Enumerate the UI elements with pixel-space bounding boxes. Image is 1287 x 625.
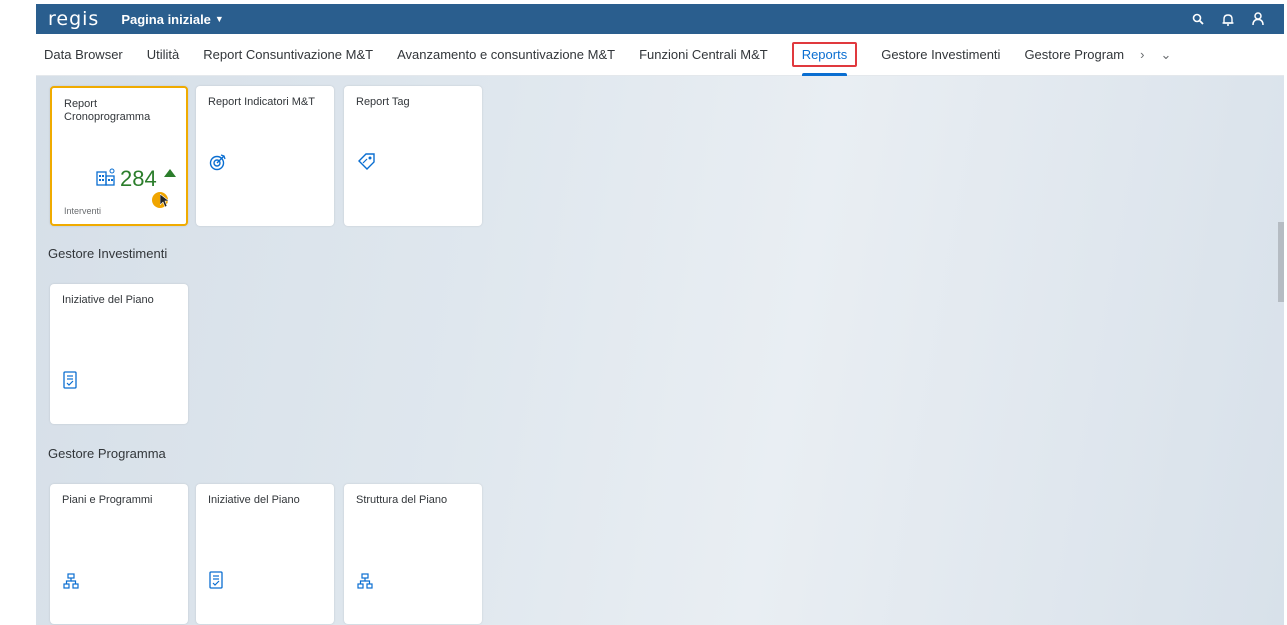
kpi-block: 284	[96, 166, 157, 192]
tile-title: Report Cronoprogramma	[64, 98, 151, 123]
target-icon	[209, 153, 227, 176]
tile-title: Iniziative del Piano	[208, 494, 300, 506]
tab-label: Gestore Investimenti	[881, 47, 1001, 62]
caret-down-icon: ▼	[214, 14, 224, 24]
tab-label: Data Browser	[44, 47, 123, 62]
tag-icon	[357, 153, 377, 176]
hierarchy-icon	[63, 573, 79, 594]
tile-struttura-del-piano[interactable]: Struttura del Piano	[344, 484, 482, 624]
user-profile-icon[interactable]	[1252, 12, 1264, 26]
trend-up-icon	[164, 164, 176, 182]
mouse-pointer-icon	[159, 193, 170, 213]
tab-avanzamento-consuntivazione[interactable]: Avanzamento e consuntivazione M&T	[385, 34, 627, 76]
tab-gestore-investimenti[interactable]: Gestore Investimenti	[869, 34, 1012, 76]
notification-bell-icon[interactable]	[1222, 13, 1234, 26]
building-chart-icon	[96, 168, 116, 191]
tile-report-cronoprogramma[interactable]: Report Cronoprogramma 284 Interventi	[50, 86, 188, 226]
tile-iniziative-del-piano-2[interactable]: Iniziative del Piano	[196, 484, 334, 624]
tab-bar: Data Browser Utilità Report Consuntivazi…	[36, 34, 1284, 76]
hierarchy-icon	[357, 573, 373, 594]
tab-label: Utilità	[146, 47, 180, 62]
search-icon[interactable]	[1192, 13, 1204, 25]
home-title-menu[interactable]: Pagina iniziale ▼	[121, 12, 224, 27]
app-logo[interactable]: regis	[48, 8, 99, 30]
tile-footer: Interventi	[64, 206, 102, 216]
tab-data-browser[interactable]: Data Browser	[36, 34, 135, 76]
tile-report-indicatori[interactable]: Report Indicatori M&T	[196, 86, 334, 226]
tab-label: Avanzamento e consuntivazione M&T	[397, 47, 616, 62]
tile-title: Struttura del Piano	[356, 494, 448, 506]
group-title-gestore-programma: Gestore Programma	[48, 446, 166, 461]
shell-header: regis Pagina iniziale ▼	[36, 4, 1284, 34]
tile-report-tag[interactable]: Report Tag	[344, 86, 482, 226]
tab-label: Gestore Program	[1024, 47, 1125, 62]
tile-title: Report Tag	[356, 96, 410, 108]
tile-title: Iniziative del Piano	[62, 294, 154, 306]
tab-overflow: › ⌄	[1140, 47, 1171, 63]
home-title-label: Pagina iniziale	[121, 11, 211, 27]
tab-report-consuntivazione[interactable]: Report Consuntivazione M&T	[191, 34, 385, 76]
chevron-down-icon[interactable]: ⌄	[1160, 47, 1171, 63]
tab-label: Report Consuntivazione M&T	[203, 47, 374, 62]
tab-reports[interactable]: Reports	[780, 34, 870, 76]
tab-label: Funzioni Centrali M&T	[639, 47, 768, 62]
document-check-icon	[63, 371, 77, 394]
tile-title: Report Indicatori M&T	[208, 96, 315, 108]
kpi-value: 284	[120, 166, 157, 191]
tile-iniziative-del-piano[interactable]: Iniziative del Piano	[50, 284, 188, 424]
tile-piani-e-programmi[interactable]: Piani e Programmi	[50, 484, 188, 624]
tab-funzioni-centrali[interactable]: Funzioni Centrali M&T	[627, 34, 780, 76]
tile-title: Piani e Programmi	[62, 494, 153, 506]
tab-label: Reports	[791, 42, 858, 67]
document-check-icon	[209, 571, 223, 594]
tab-utilita[interactable]: Utilità	[135, 34, 192, 76]
scrollbar-handle[interactable]	[1278, 222, 1284, 302]
header-actions	[1192, 12, 1264, 26]
chevron-right-icon[interactable]: ›	[1140, 47, 1144, 62]
launchpad-content: Report Cronoprogramma 284 Interventi Rep…	[36, 76, 1284, 625]
group-title-gestore-investimenti: Gestore Investimenti	[48, 246, 168, 261]
tab-gestore-programma[interactable]: Gestore Program	[1012, 34, 1136, 76]
